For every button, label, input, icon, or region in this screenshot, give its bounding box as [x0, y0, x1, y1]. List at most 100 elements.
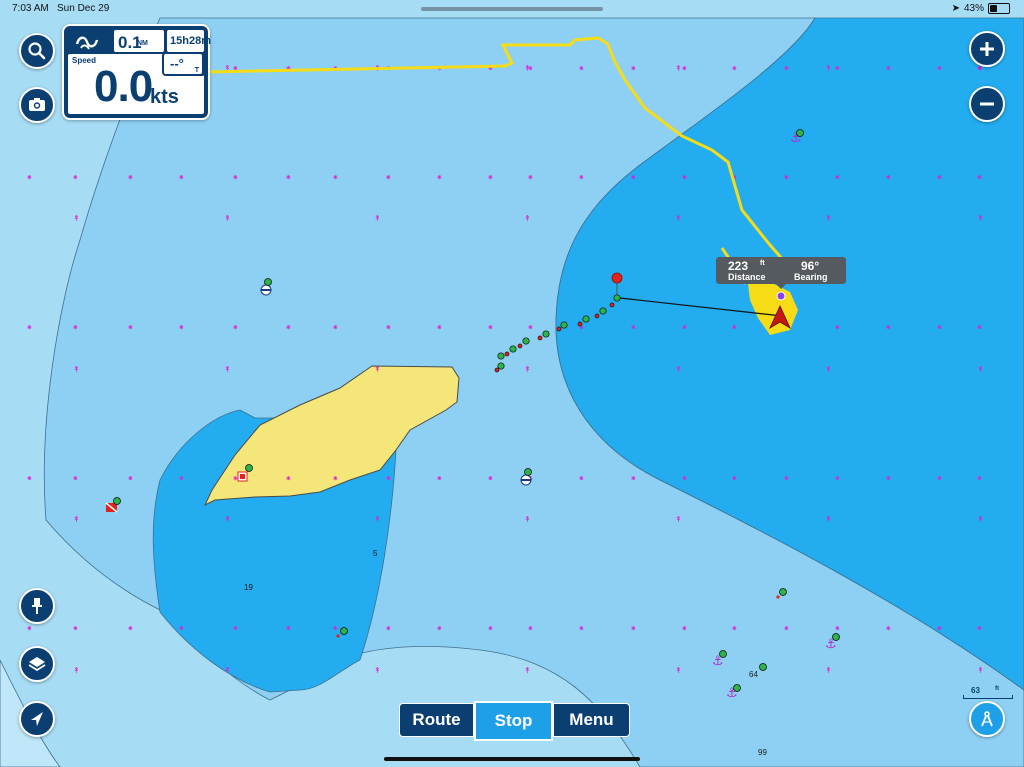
wreck-marker: ⁕ — [783, 64, 790, 73]
wreck-marker: ⁕ — [285, 173, 292, 182]
current-marker: ↟ — [675, 515, 682, 524]
wreck-marker: ⁕ — [178, 173, 185, 182]
wreck-marker: ⁕ — [385, 323, 392, 332]
wreck-marker: ⁕ — [976, 173, 983, 182]
depth-sounding: 19 — [244, 583, 253, 592]
wreck-marker: ⁕ — [232, 624, 239, 633]
callout-bearing-label: Bearing — [794, 272, 828, 282]
elapsed-time-box: 15h28m — [167, 30, 211, 52]
current-marker: ↟ — [374, 666, 381, 675]
layers-button[interactable] — [19, 646, 55, 682]
wreck-marker: ⁕ — [436, 624, 443, 633]
wreck-marker: ⁕ — [681, 624, 688, 633]
bottom-action-bar: Route Stop Menu — [399, 701, 630, 741]
current-marker: ↟ — [675, 64, 682, 73]
speed-value: 0.0 — [94, 62, 153, 111]
current-marker: ↟ — [524, 515, 531, 524]
camera-button[interactable] — [19, 87, 55, 123]
app-logo-icon[interactable] — [68, 30, 108, 54]
wreck-marker: ⁕ — [527, 173, 534, 182]
search-button[interactable] — [19, 33, 55, 69]
wreck-marker: ⁕ — [332, 323, 339, 332]
wreck-marker: ⁕ — [487, 323, 494, 332]
menu-button[interactable]: Menu — [553, 703, 630, 737]
measure-compass-button[interactable] — [969, 701, 1005, 737]
red-channel-marker — [556, 326, 562, 332]
wreck-marker: ⁕ — [630, 624, 637, 633]
route-button[interactable]: Route — [399, 703, 475, 737]
current-marker: ↟ — [524, 64, 531, 73]
current-marker: ↟ — [825, 666, 832, 675]
camera-icon — [29, 98, 45, 111]
top-grabber[interactable] — [421, 7, 603, 11]
green-channel-marker — [509, 345, 517, 353]
wreck-marker: ⁕ — [285, 474, 292, 483]
heading-value: --° — [170, 56, 184, 71]
wreck-marker: ⁕ — [332, 624, 339, 633]
wreck-marker: ⁕ — [72, 624, 79, 633]
wreck-marker: ⁕ — [976, 624, 983, 633]
wreck-marker: ⁕ — [332, 474, 339, 483]
wreck-marker: ⁕ — [72, 323, 79, 332]
wreck-marker: ⁕ — [630, 173, 637, 182]
wreck-marker: ⁕ — [834, 323, 841, 332]
status-right: ➤ 43% — [952, 3, 1010, 14]
wreck-marker: ⁕ — [976, 323, 983, 332]
wreck-marker: ⁕ — [527, 323, 534, 332]
scale-bar — [963, 695, 1013, 699]
speed-panel[interactable]: 0.1 NM 15h28m Speed 0.0 kts --° T — [62, 24, 211, 120]
zoom-out-button[interactable] — [969, 86, 1005, 122]
wreck-marker: ⁕ — [26, 624, 33, 633]
wreck-marker: ⁕ — [578, 624, 585, 633]
current-marker: ↟ — [825, 64, 832, 73]
wreck-marker: ⁕ — [127, 173, 134, 182]
locate-button[interactable] — [19, 701, 55, 737]
callout-distance-label: Distance — [728, 272, 766, 282]
stop-button[interactable]: Stop — [474, 701, 553, 741]
red-channel-marker — [609, 302, 615, 308]
scale-unit: ft — [995, 686, 999, 692]
wreck-marker: ⁕ — [834, 474, 841, 483]
compass-icon — [981, 711, 993, 727]
current-marker: ↟ — [825, 365, 832, 374]
speed-unit: kts — [150, 86, 179, 108]
heading-box: --° T — [162, 52, 206, 76]
green-channel-marker — [599, 307, 607, 315]
wreck-marker: ⁕ — [681, 474, 688, 483]
current-marker: ↟ — [675, 214, 682, 223]
green-channel-marker — [560, 321, 568, 329]
depth-sounding: 5 — [373, 549, 378, 558]
wreck-marker: ⁕ — [385, 173, 392, 182]
pin-button[interactable] — [19, 588, 55, 624]
distance-bearing-callout: 223 ft Distance 96° Bearing — [716, 257, 846, 289]
wreck-marker: ⁕ — [487, 474, 494, 483]
green-channel-marker — [497, 352, 505, 360]
pin-icon — [32, 598, 42, 614]
wreck-marker: ⁕ — [630, 323, 637, 332]
callout-distance-value: 223 — [728, 259, 749, 273]
current-marker: ↟ — [374, 214, 381, 223]
wreck-marker: ⁕ — [885, 173, 892, 182]
search-icon — [28, 42, 46, 60]
wreck-marker: ⁕ — [127, 474, 134, 483]
red-channel-marker — [577, 321, 583, 327]
wreck-marker: ⁕ — [936, 624, 943, 633]
wreck-marker: ⁕ — [285, 323, 292, 332]
current-marker: ↟ — [977, 365, 984, 374]
current-marker: ↟ — [73, 365, 80, 374]
current-marker: ↟ — [73, 515, 80, 524]
red-channel-marker — [494, 367, 500, 373]
home-indicator[interactable] — [384, 757, 640, 761]
wreck-marker: ⁕ — [936, 323, 943, 332]
status-time: 7:03 AM — [12, 3, 49, 14]
current-marker: ↟ — [524, 365, 531, 374]
wreck-marker: ⁕ — [834, 624, 841, 633]
location-arrow-icon: ➤ — [951, 3, 960, 14]
wreck-marker: ⁕ — [885, 474, 892, 483]
zoom-in-button[interactable] — [969, 31, 1005, 67]
green-channel-marker — [542, 330, 550, 338]
wreck-marker: ⁕ — [436, 323, 443, 332]
current-marker: ↟ — [524, 666, 531, 675]
wreck-marker: ⁕ — [578, 474, 585, 483]
elapsed-time: 15h28m — [170, 35, 211, 47]
